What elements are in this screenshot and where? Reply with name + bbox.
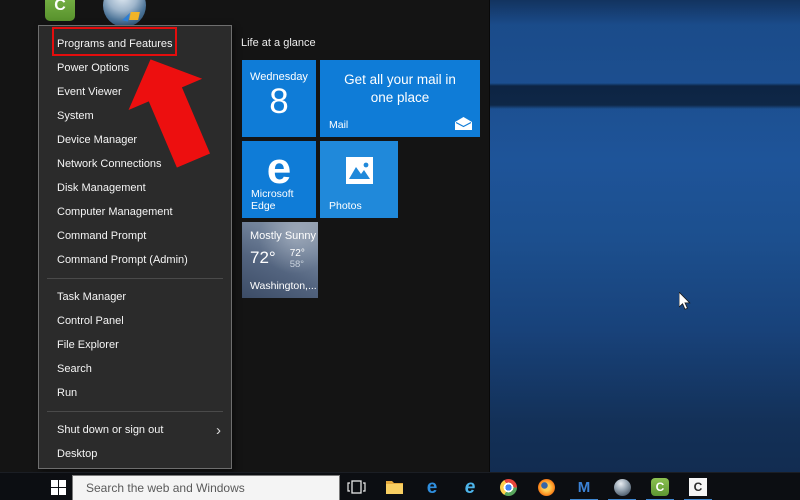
camtasia-white-button[interactable]: C — [686, 473, 710, 500]
photos-app-label: Photos — [329, 200, 362, 212]
camtasia-green-button[interactable]: C — [648, 473, 672, 500]
camtasia-studio-sphere-icon[interactable] — [103, 0, 146, 27]
taskbar-search-input[interactable] — [72, 475, 340, 500]
task-view-icon — [347, 478, 366, 496]
winx-power-user-menu: Programs and Features Power Options Even… — [38, 25, 232, 469]
calendar-day-number: 8 — [242, 83, 316, 122]
mail-headline: Get all your mail in one place — [320, 60, 480, 107]
calendar-tile[interactable]: Wednesday 8 — [242, 60, 316, 137]
menu-item-control-panel[interactable]: Control Panel — [39, 309, 231, 333]
start-button[interactable] — [44, 473, 72, 500]
menu-item-device-manager[interactable]: Device Manager — [39, 128, 231, 152]
menu-item-search[interactable]: Search — [39, 357, 231, 381]
camtasia-green-icon: C — [651, 478, 669, 496]
camtasia-icon[interactable]: C — [45, 0, 75, 21]
tile-group-label: Life at a glance — [241, 37, 316, 49]
menu-item-event-viewer[interactable]: Event Viewer — [39, 80, 231, 104]
internet-explorer-icon: e — [465, 478, 476, 497]
firefox-button[interactable] — [534, 473, 558, 500]
shutdown-label: Shut down or sign out — [57, 424, 163, 436]
chrome-icon — [500, 479, 517, 496]
edge-tile[interactable]: e Microsoft Edge — [242, 141, 316, 218]
menu-divider — [47, 411, 223, 412]
menu-item-programs-and-features[interactable]: Programs and Features — [39, 32, 231, 56]
menu-item-desktop[interactable]: Desktop — [39, 442, 231, 466]
camtasia-white-icon: C — [689, 478, 707, 496]
mail-tile[interactable]: Get all your mail in one place Mail — [320, 60, 480, 137]
sphere-app-icon — [614, 479, 631, 496]
menu-item-disk-management[interactable]: Disk Management — [39, 176, 231, 200]
menu-item-task-manager[interactable]: Task Manager — [39, 285, 231, 309]
menu-divider — [47, 278, 223, 279]
windows-logo-icon — [51, 480, 66, 495]
menu-item-command-prompt-admin[interactable]: Command Prompt (Admin) — [39, 248, 231, 272]
menu-item-run[interactable]: Run — [39, 381, 231, 405]
file-explorer-button[interactable] — [382, 473, 406, 500]
weather-location: Washington,... — [250, 280, 317, 292]
edge-icon: e — [427, 478, 438, 497]
weather-high-temp: 72° — [290, 248, 305, 260]
submenu-chevron-icon: › — [216, 423, 221, 438]
menu-item-command-prompt[interactable]: Command Prompt — [39, 224, 231, 248]
malwarebytes-icon: M — [578, 479, 591, 496]
edge-taskbar-button[interactable]: e — [420, 473, 444, 500]
sphere-blue-chip — [122, 11, 130, 21]
folder-icon — [385, 479, 404, 495]
menu-item-network-connections[interactable]: Network Connections — [39, 152, 231, 176]
menu-item-power-options[interactable]: Power Options — [39, 56, 231, 80]
envelope-icon — [455, 117, 472, 130]
weather-current-temp: 72° — [250, 248, 276, 268]
sphere-yellow-chip — [129, 12, 140, 20]
weather-condition: Mostly Sunny — [250, 230, 318, 242]
menu-item-system[interactable]: System — [39, 104, 231, 128]
menu-item-file-explorer[interactable]: File Explorer — [39, 333, 231, 357]
edge-app-label: Microsoft Edge — [251, 188, 316, 212]
chrome-button[interactable] — [496, 473, 520, 500]
menu-item-computer-management[interactable]: Computer Management — [39, 200, 231, 224]
weather-low-temp: 58° — [290, 260, 305, 271]
taskbar: e e M C C — [0, 472, 800, 500]
edge-logo-icon: e — [242, 147, 316, 191]
photos-tile[interactable]: Photos — [320, 141, 398, 218]
mail-app-label: Mail — [329, 119, 348, 131]
malwarebytes-button[interactable]: M — [572, 473, 596, 500]
photos-icon — [346, 157, 373, 184]
task-view-button[interactable] — [344, 473, 368, 500]
recorder-sphere-button[interactable] — [610, 473, 634, 500]
internet-explorer-button[interactable]: e — [458, 473, 482, 500]
weather-tile[interactable]: Mostly Sunny 72° 72° 58° Washington,... — [242, 222, 318, 298]
firefox-icon — [538, 479, 555, 496]
menu-item-shut-down-or-sign-out[interactable]: Shut down or sign out › — [39, 418, 231, 442]
